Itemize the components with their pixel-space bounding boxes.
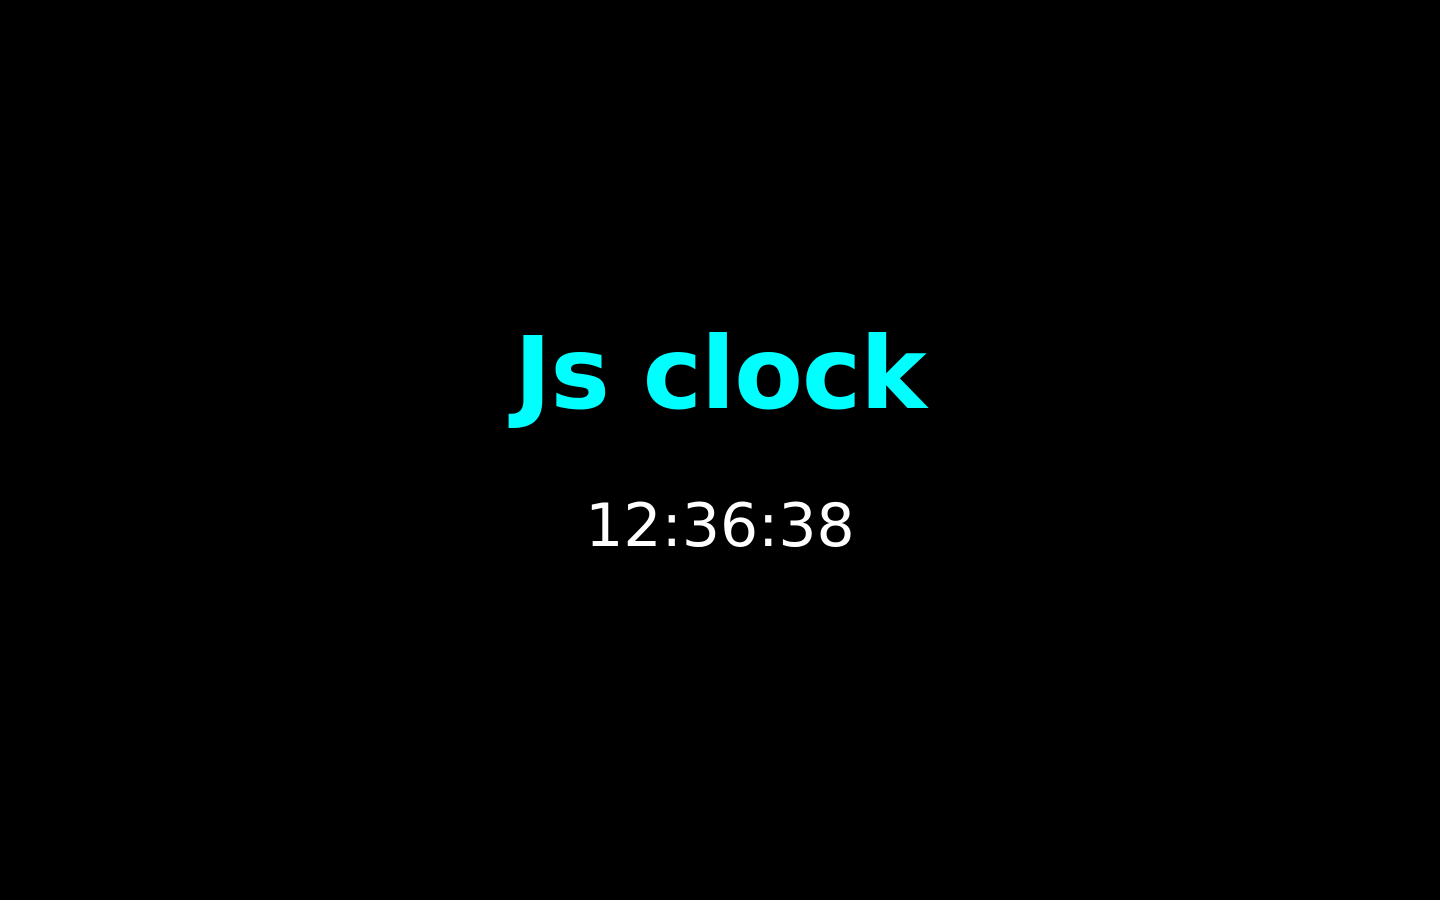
clock-container: Js clock 12:36:38 [0, 0, 1440, 900]
page-title: Js clock [514, 315, 927, 432]
clock-time-display: 12:36:38 [585, 491, 855, 561]
clock-page: Js clock 12:36:38 [0, 0, 1440, 900]
